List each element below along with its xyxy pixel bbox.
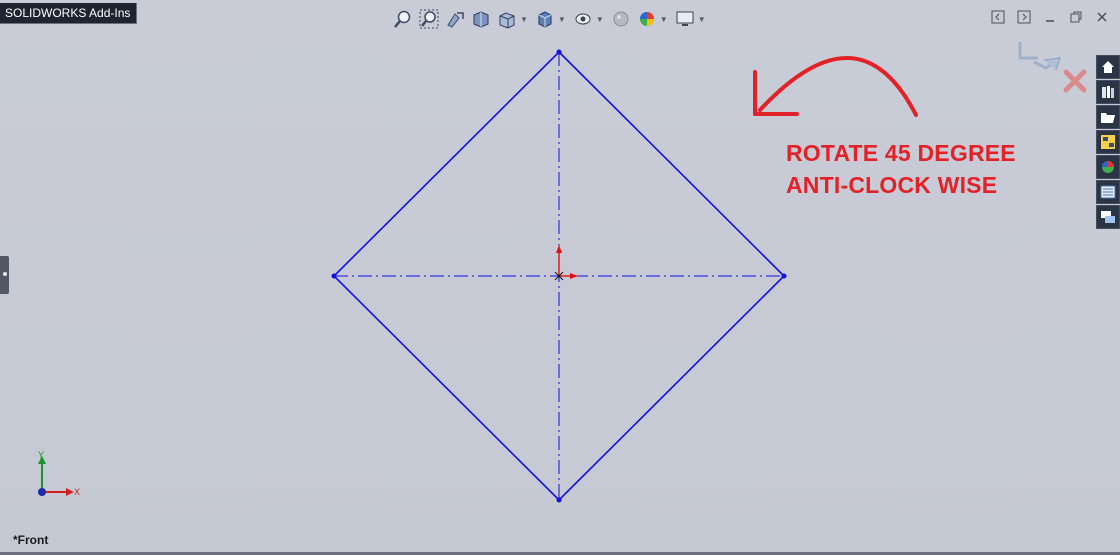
reference-triad: Y X	[28, 448, 84, 504]
exit-sketch-icon[interactable]	[1018, 42, 1061, 71]
heads-up-view-toolbar: ▼ ▼ ▼ ▼ ▼	[392, 6, 712, 32]
forum-icon[interactable]	[1096, 205, 1120, 229]
restore-icon[interactable]	[1066, 8, 1086, 26]
appearances-icon[interactable]	[1096, 155, 1120, 179]
file-explorer-icon[interactable]	[1096, 105, 1120, 129]
graphics-area[interactable]: SOLIDWORKS Add-Ins ▼ ▼ ▼ ▼ ▼ ROTATE 45 D…	[0, 0, 1120, 555]
feature-manager-toggle[interactable]	[0, 256, 9, 294]
home-icon[interactable]	[1096, 55, 1120, 79]
vertex-left[interactable]	[331, 273, 337, 279]
view-orientation-icon[interactable]	[496, 8, 518, 30]
edit-appearance-icon[interactable]	[610, 8, 632, 30]
chevron-down-icon[interactable]: ▼	[558, 15, 566, 24]
chevron-down-icon[interactable]: ▼	[596, 15, 604, 24]
display-style-icon[interactable]	[534, 8, 556, 30]
annotation-line-2: ANTI-CLOCK WISE	[786, 172, 998, 198]
triad-y-label: Y	[38, 450, 44, 460]
hide-show-items-icon[interactable]	[572, 8, 594, 30]
previous-view-icon[interactable]	[444, 8, 466, 30]
view-name-label: *Front	[13, 533, 49, 547]
chevron-down-icon[interactable]: ▼	[698, 15, 706, 24]
chevron-down-icon[interactable]: ▼	[520, 15, 528, 24]
task-pane-tabs	[1096, 55, 1120, 230]
design-library-icon[interactable]	[1096, 80, 1120, 104]
sketch-origin	[554, 245, 578, 281]
zoom-to-area-icon[interactable]	[418, 8, 440, 30]
section-view-icon[interactable]	[470, 8, 492, 30]
sketch[interactable]	[0, 0, 1120, 555]
triad-x-label: X	[74, 487, 80, 497]
window-controls	[988, 8, 1112, 26]
tile-left-icon[interactable]	[988, 8, 1008, 26]
view-settings-icon[interactable]	[674, 8, 696, 30]
vertex-right[interactable]	[781, 273, 787, 279]
command-manager-tab[interactable]: SOLIDWORKS Add-Ins	[0, 3, 138, 24]
close-icon[interactable]	[1092, 8, 1112, 26]
vertex-top[interactable]	[556, 49, 562, 55]
curved-arrow-icon	[753, 56, 918, 117]
annotation-text: ROTATE 45 DEGREE ANTI-CLOCK WISE	[786, 137, 1016, 201]
vertex-bottom[interactable]	[556, 497, 562, 503]
tile-right-icon[interactable]	[1014, 8, 1034, 26]
apply-scene-icon[interactable]	[636, 8, 658, 30]
annotation-line-1: ROTATE 45 DEGREE	[786, 140, 1016, 166]
confirmation-corner	[1014, 36, 1090, 94]
zoom-to-fit-icon[interactable]	[392, 8, 414, 30]
chevron-down-icon[interactable]: ▼	[660, 15, 668, 24]
minimize-icon[interactable]	[1040, 8, 1060, 26]
cancel-sketch-icon[interactable]	[1063, 69, 1087, 93]
custom-properties-icon[interactable]	[1096, 180, 1120, 204]
view-palette-icon[interactable]	[1096, 130, 1120, 154]
